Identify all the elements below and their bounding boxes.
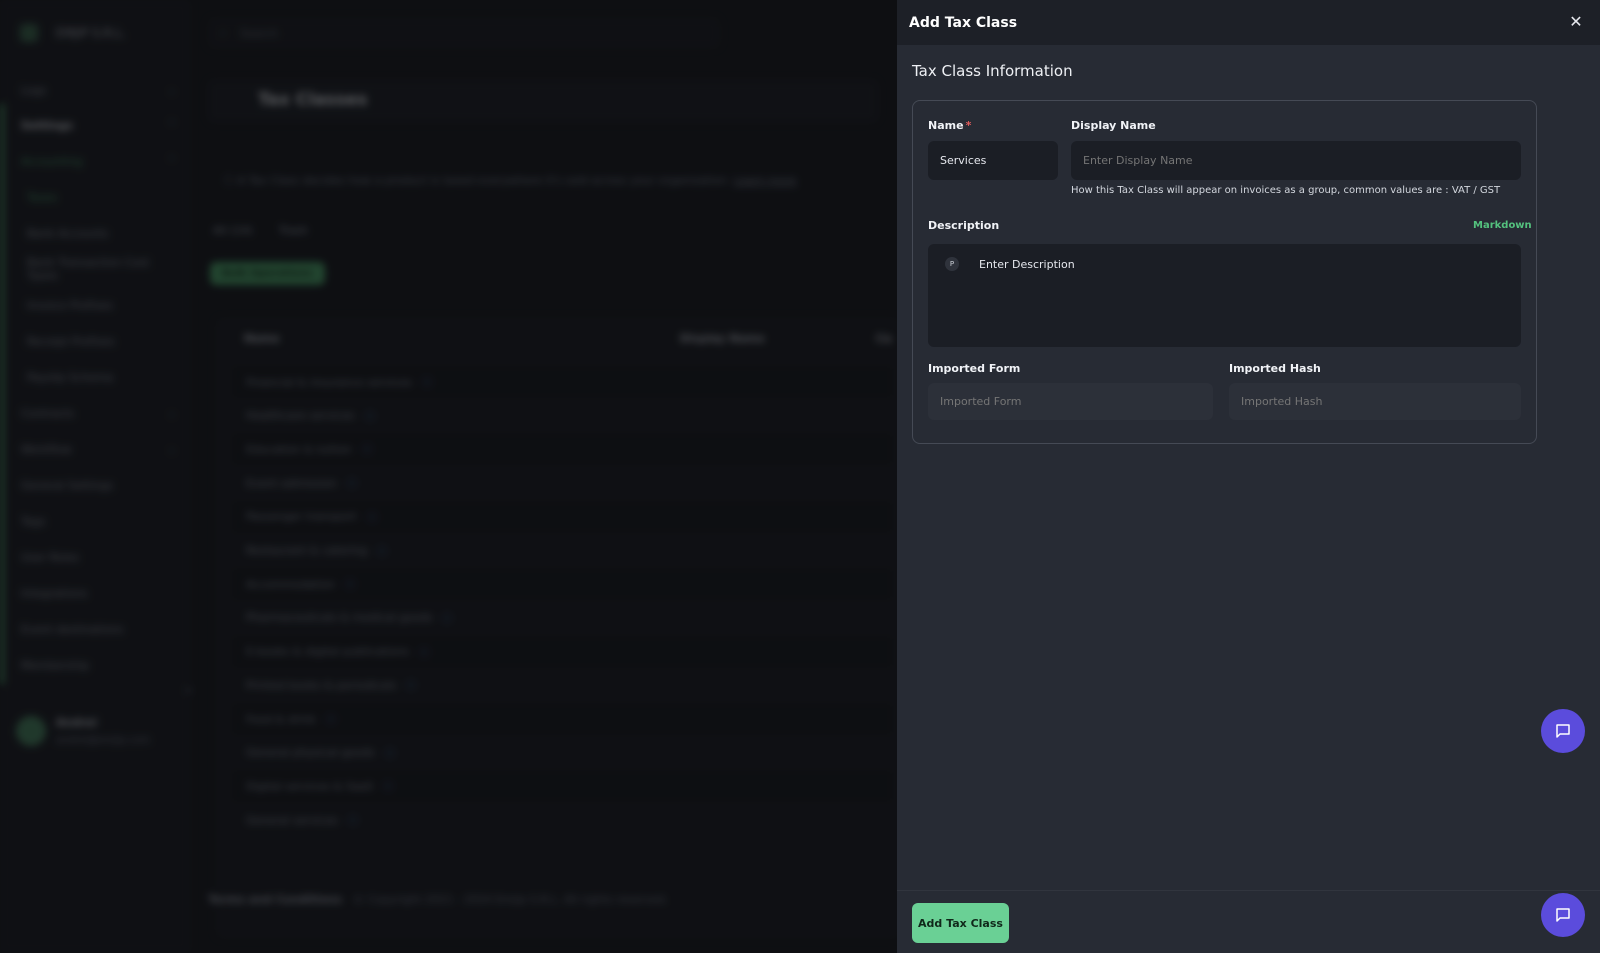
name-field[interactable] (928, 141, 1058, 180)
chat-icon (1556, 724, 1570, 738)
support-chat-button[interactable] (1541, 893, 1585, 937)
display-name-label: Display Name (1071, 119, 1156, 132)
drawer-footer: Add Tax Class (897, 890, 1600, 953)
drawer-title: Add Tax Class (909, 14, 1018, 31)
description-label: Description (928, 219, 1000, 232)
tax-class-form-card: Name* Display Name How this Tax Class wi… (912, 100, 1537, 444)
name-label-text: Name (928, 119, 964, 132)
markdown-toggle[interactable]: Markdown (1473, 220, 1532, 231)
description-placeholder: Enter Description (979, 258, 1075, 271)
overlay-backdrop[interactable] (0, 0, 897, 953)
description-editor[interactable]: P Enter Description (928, 244, 1521, 347)
imported-hash-label: Imported Hash (1229, 362, 1321, 375)
imported-hash-field[interactable] (1229, 383, 1521, 420)
add-tax-class-button[interactable]: Add Tax Class (912, 903, 1009, 943)
section-title: Tax Class Information (912, 62, 1073, 80)
display-name-hint: How this Tax Class will appear on invoic… (1071, 185, 1501, 196)
chat-icon (1556, 908, 1570, 922)
add-tax-class-drawer: Add Tax Class ✕ Tax Class Information Na… (897, 0, 1600, 953)
imported-form-label: Imported Form (928, 362, 1021, 375)
required-mark: * (965, 119, 972, 132)
name-label: Name * (928, 119, 971, 132)
app-root: EMJIP S.R.L. Logs ⌄ Settings ⌃ Accounting ⌃ Ta… (0, 0, 1600, 953)
close-icon[interactable]: ✕ (1566, 12, 1586, 32)
imported-form-field[interactable] (928, 383, 1213, 420)
display-name-field[interactable] (1071, 141, 1521, 180)
chat-button[interactable] (1541, 709, 1585, 753)
drawer-header: Add Tax Class ✕ (897, 0, 1600, 45)
paragraph-format-button[interactable]: P (945, 257, 959, 271)
